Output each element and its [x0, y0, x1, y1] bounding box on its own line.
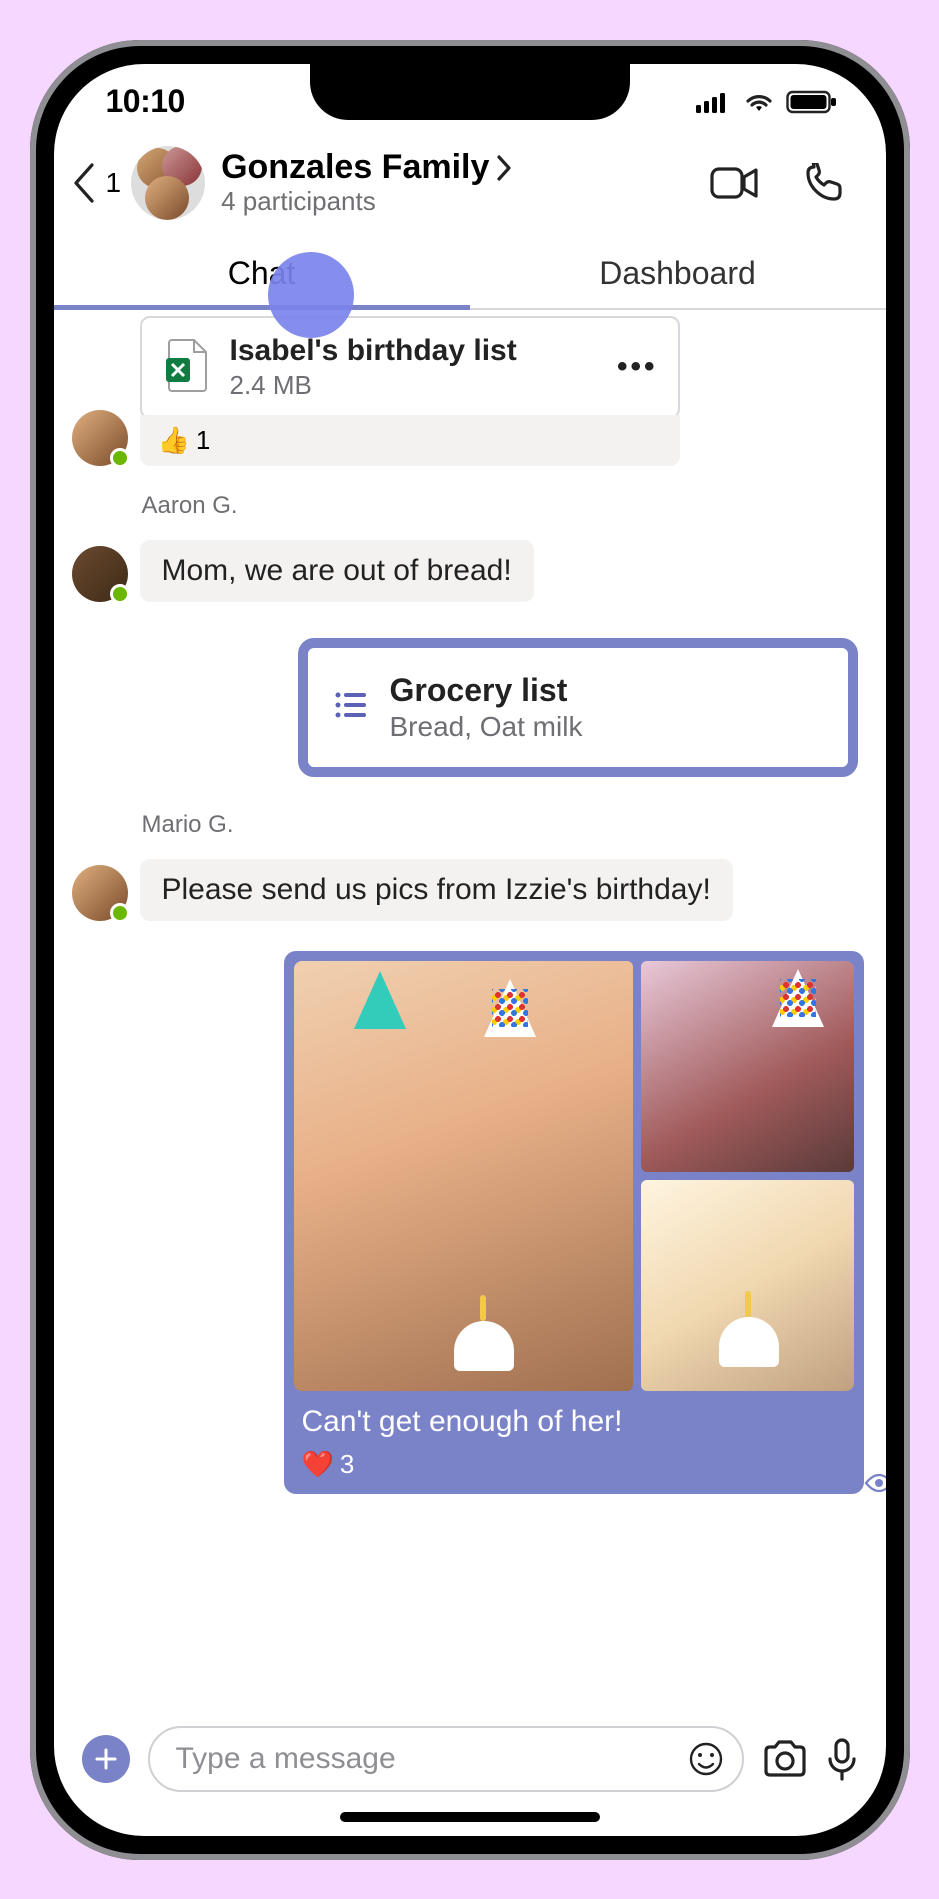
chat-title-block[interactable]: Gonzales Family 4 participants — [221, 148, 699, 217]
message-text: Please send us pics from Izzie's birthda… — [162, 873, 711, 906]
camera-button[interactable] — [762, 1739, 808, 1779]
avatar-sender[interactable] — [72, 865, 128, 921]
back-unread-count: 1 — [106, 167, 122, 199]
list-icon — [334, 691, 368, 724]
photo-thumbnail[interactable] — [641, 961, 853, 1172]
emoji-picker-button[interactable] — [688, 1741, 724, 1777]
battery-icon — [786, 90, 838, 114]
avatar-sender[interactable] — [72, 546, 128, 602]
photo-message[interactable]: Can't get enough of her! ❤️ 3 — [284, 951, 864, 1494]
tab-chat[interactable]: Chat — [54, 240, 470, 308]
back-button[interactable]: 1 — [70, 161, 122, 205]
tab-dashboard-label: Dashboard — [599, 255, 756, 292]
file-more-button[interactable]: ••• — [617, 350, 658, 384]
seen-indicator-icon — [864, 1473, 886, 1498]
cellular-icon — [696, 91, 732, 113]
chevron-left-icon — [70, 161, 100, 205]
chat-title: Gonzales Family — [221, 148, 489, 187]
heart-icon: ❤️ — [302, 1449, 334, 1480]
chat-scroll[interactable]: Isabel's birthday list 2.4 MB ••• 👍 1 Aa… — [54, 310, 886, 1708]
chevron-right-icon — [495, 154, 513, 182]
sender-name: Aaron G. — [142, 492, 864, 520]
wifi-icon — [742, 90, 776, 114]
device-notch — [310, 64, 630, 120]
audio-call-button[interactable] — [804, 163, 844, 203]
message-bubble[interactable]: Please send us pics from Izzie's birthda… — [140, 859, 733, 921]
photo-thumbnail[interactable] — [294, 961, 634, 1391]
file-attachment[interactable]: Isabel's birthday list 2.4 MB ••• — [140, 316, 680, 419]
excel-file-icon — [162, 338, 210, 397]
file-title: Isabel's birthday list — [230, 334, 597, 368]
message-text: Mom, we are out of bread! — [162, 554, 512, 587]
thumbsup-icon: 👍 — [158, 425, 190, 456]
video-call-button[interactable] — [710, 165, 760, 201]
file-size: 2.4 MB — [230, 370, 597, 401]
reaction-count: 3 — [340, 1449, 354, 1480]
statusbar-time: 10:10 — [106, 83, 185, 120]
group-avatar[interactable] — [131, 146, 205, 220]
list-title: Grocery list — [390, 672, 583, 709]
photo-thumbnail[interactable] — [641, 1180, 853, 1391]
message-bubble[interactable]: Mom, we are out of bread! — [140, 540, 534, 602]
message-reactions[interactable]: ❤️ 3 — [294, 1445, 854, 1480]
chat-subtitle: 4 participants — [221, 187, 699, 217]
grocery-list-card[interactable]: Grocery list Bread, Oat milk — [298, 638, 858, 777]
presence-icon — [110, 584, 130, 604]
photo-caption: Can't get enough of her! — [294, 1391, 854, 1445]
active-tab-underline — [54, 305, 470, 310]
reaction-count: 1 — [196, 425, 210, 456]
message-reactions[interactable]: 👍 1 — [140, 415, 680, 466]
compose-placeholder: Type a message — [176, 1742, 674, 1776]
presence-icon — [110, 448, 130, 468]
compose-add-button[interactable] — [82, 1735, 130, 1783]
home-indicator[interactable] — [340, 1812, 600, 1822]
avatar-sender[interactable] — [72, 410, 128, 466]
sender-name: Mario G. — [142, 811, 864, 839]
compose-input[interactable]: Type a message — [148, 1726, 744, 1792]
microphone-button[interactable] — [826, 1737, 858, 1781]
photo-grid[interactable] — [294, 961, 854, 1391]
tabbar: Chat Dashboard — [54, 240, 886, 310]
list-items: Bread, Oat milk — [390, 711, 583, 743]
presence-icon — [110, 903, 130, 923]
attention-indicator — [268, 252, 354, 338]
chat-header: 1 Gonzales Family 4 participants — [54, 140, 886, 230]
tab-dashboard[interactable]: Dashboard — [470, 240, 886, 308]
